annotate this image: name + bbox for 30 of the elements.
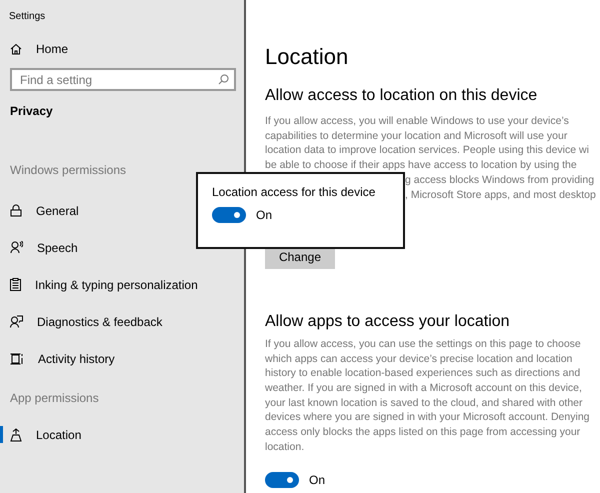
- section-heading: Allow access to location on this device: [265, 87, 538, 106]
- nav-item[interactable]: Diagnostics & feedback: [0, 303, 244, 340]
- nav-item[interactable]: Inking & typing personalization: [0, 266, 244, 303]
- toggle-switch[interactable]: [212, 207, 246, 223]
- page-title: Location: [265, 44, 350, 71]
- window-title: Settings: [8, 10, 46, 24]
- section-heading: Allow apps to access your location: [265, 312, 511, 332]
- nav-item[interactable]: Activity history: [0, 340, 244, 377]
- home-icon: [10, 43, 22, 55]
- nav-item[interactable]: Speech: [0, 229, 244, 266]
- feedback-icon: [10, 315, 23, 328]
- home-link[interactable]: Home: [0, 39, 244, 59]
- speech-icon: [10, 241, 23, 254]
- toggle-label: On: [309, 473, 326, 488]
- clipboard-icon: [10, 278, 21, 291]
- group-heading: App permissions: [9, 391, 100, 407]
- location-icon: [10, 428, 22, 442]
- lock-icon: [10, 204, 22, 217]
- search-icon: [218, 74, 229, 85]
- group-heading: Windows permissions: [9, 163, 128, 179]
- toggle-switch[interactable]: [265, 472, 299, 488]
- description-text: If you allow access, you can use the settings on this page to choose which apps can access your device’s precise location and location history to enable location-based experiences such as directions and weather. If you are signed in with a Microsoft account on this device, your last known location is saved to the cloud, and shared with other devices where you are signed in with your Microsoft account. Denying access only blocks the apps listed on this page from accessing your location.: [265, 336, 590, 454]
- search-field[interactable]: Find a setting: [10, 68, 236, 91]
- popup-label: Location access for this device: [212, 185, 376, 199]
- timeline-icon: [10, 352, 24, 364]
- description-text: g access blocks Windows from providing: [405, 172, 594, 188]
- nav-item[interactable]: Location: [0, 416, 244, 453]
- toggle-label: On: [256, 208, 272, 222]
- section-heading: Privacy: [9, 103, 54, 120]
- description-text: , Microsoft Store apps, and most desktop: [405, 188, 596, 202]
